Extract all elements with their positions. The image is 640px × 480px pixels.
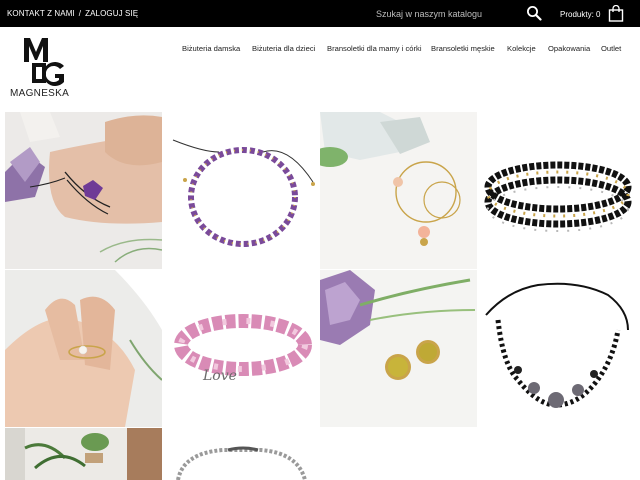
site-logo[interactable]: MAGNESKA [8, 36, 80, 102]
search-input[interactable]: Szukaj w naszym katalogu [376, 9, 482, 19]
product-tile-amethyst-bead-bracelet[interactable] [163, 112, 320, 269]
product-image [478, 112, 635, 269]
product-tile-black-gold-bracelets[interactable] [478, 112, 635, 269]
product-tile-gold-hoop-earrings[interactable] [320, 112, 477, 269]
logo-mark-icon [24, 38, 64, 86]
product-image [478, 270, 635, 427]
nav-item-bransoletki-meskie[interactable]: Bransoletki męskie [431, 44, 507, 53]
product-image [5, 112, 162, 269]
nav-item-bransoletki-dla-mamy[interactable]: Bransoletki dla mamy i córki [327, 44, 431, 53]
nav-item-kolekcje[interactable]: Kolekcje [507, 44, 548, 53]
main-nav: Biżuteria damska Biżuteria dla dzieci Br… [182, 44, 621, 53]
links-separator: / [78, 9, 82, 18]
cart-label[interactable]: Produkty: 0 [560, 10, 600, 19]
product-image [5, 428, 162, 480]
product-tile-black-bead-adjustable[interactable] [478, 270, 635, 427]
product-image [5, 270, 162, 427]
product-tile-amethyst-wrist[interactable] [5, 112, 162, 269]
contact-link[interactable]: KONTAKT Z NAMI [7, 9, 75, 18]
product-tile-grey-bead-bracelet[interactable] [163, 428, 320, 480]
product-tile-pearl-ring[interactable] [5, 270, 162, 427]
product-image [163, 428, 320, 480]
product-image [320, 270, 477, 427]
nav-item-bizuteria-dla-dzieci[interactable]: Biżuteria dla dzieci [252, 44, 327, 53]
charm-text: Love [202, 368, 237, 384]
login-link[interactable]: ZALOGUJ SIĘ [85, 9, 138, 18]
nav-item-outlet[interactable]: Outlet [601, 44, 621, 53]
cart-icon[interactable] [608, 5, 624, 22]
search-icon[interactable] [526, 5, 542, 21]
logo-brand-text: MAGNESKA [10, 88, 70, 99]
product-tile-home-plants[interactable] [5, 428, 162, 480]
product-tile-pink-love-bracelet[interactable]: Love [163, 270, 320, 427]
nav-item-bizuteria-damska[interactable]: Biżuteria damska [182, 44, 252, 53]
product-image [163, 112, 320, 269]
product-image: Love [163, 270, 320, 427]
top-bar: KONTAKT Z NAMI / ZALOGUJ SIĘ Szukaj w na… [0, 0, 640, 27]
account-links: KONTAKT Z NAMI / ZALOGUJ SIĘ [7, 9, 138, 18]
product-tile-gold-stud-earrings[interactable] [320, 270, 477, 427]
nav-item-opakowania[interactable]: Opakowania [548, 44, 601, 53]
product-image [320, 112, 477, 269]
